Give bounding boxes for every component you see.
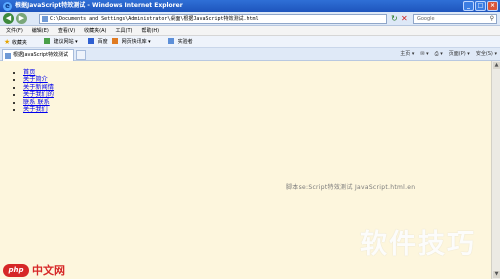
favorite-label: 网页快讯库 ▾ [121, 39, 151, 45]
menu-favorites[interactable]: 收藏夹(A) [84, 26, 106, 35]
menu-edit[interactable]: 编辑(E) [32, 26, 49, 35]
favorites-label: 收藏夹 [11, 40, 27, 46]
watermark-left: php 中文网 [3, 262, 65, 278]
suggested-sites-icon [44, 38, 50, 44]
php-logo-icon: php [3, 263, 29, 277]
mail-button[interactable]: ✉ ▾ [420, 48, 428, 61]
favorite-label: 百度 [97, 39, 108, 45]
watermark-left-text: 中文网 [32, 264, 65, 277]
menu-tools[interactable]: 工具(T) [116, 26, 133, 35]
star-icon: ★ [4, 38, 11, 46]
address-toolbar: ◀ ▶ C:\Documents and Settings\Administra… [0, 12, 500, 26]
address-bar[interactable]: C:\Documents and Settings\Administrator\… [39, 14, 387, 24]
web-slice-icon [112, 38, 118, 44]
nav-link-about-us[interactable]: 关于我们 [23, 106, 48, 113]
footer-text: 脚本se:Script特效测试 JavaScript.html.en [286, 184, 416, 191]
home-button[interactable]: 主页 ▾ [400, 48, 414, 61]
print-button[interactable]: ⎙ ▾ [435, 48, 443, 61]
favorite-label: 实验者 [177, 39, 193, 45]
baidu-icon [88, 38, 94, 44]
watermark-right: 软件技巧 [360, 229, 476, 260]
tab-page-icon [5, 53, 11, 59]
new-tab-button[interactable] [76, 50, 86, 60]
window-controls: _ □ × [463, 1, 498, 11]
favorite-web-slice[interactable]: 网页快讯库 ▾ [112, 36, 151, 48]
refresh-icon[interactable]: ↻ [391, 14, 400, 24]
favorite-suggested-sites[interactable]: 建议网站 ▾ [44, 36, 78, 48]
nav-link-news[interactable]: 关于新闻情 [23, 84, 54, 91]
nav-link-contact[interactable]: 联系 联系 [23, 99, 50, 106]
menu-help[interactable]: 帮助(H) [141, 26, 159, 35]
menu-bar: 文件(F) 编辑(E) 查看(V) 收藏夹(A) 工具(T) 帮助(H) [0, 26, 500, 36]
tab-label: 根据JavaScript特效测试 [13, 52, 69, 58]
list-item: 关于简介 [23, 76, 54, 83]
page-menu[interactable]: 页面(P) ▾ [449, 48, 470, 61]
search-input[interactable]: Google ⚲ [413, 14, 497, 24]
search-placeholder: Google [417, 16, 435, 22]
menu-file[interactable]: 文件(F) [6, 26, 23, 35]
favorite-experimenter[interactable]: 实验者 [168, 36, 193, 48]
menu-view[interactable]: 查看(V) [58, 26, 75, 35]
tab-active[interactable]: 根据JavaScript特效测试 [2, 49, 74, 61]
minimize-button[interactable]: _ [463, 1, 474, 11]
search-icon[interactable]: ⚲ [490, 15, 494, 23]
forward-button[interactable]: ▶ [16, 13, 27, 24]
safety-menu[interactable]: 安全(S) ▾ [476, 48, 497, 61]
address-text: C:\Documents and Settings\Administrator\… [50, 16, 259, 22]
nav-link-about[interactable]: 关于简介 [23, 76, 48, 83]
window-title: 根据JavaScript特效测试 - Windows Internet Expl… [15, 2, 183, 9]
favorites-bar: ★ 收藏夹 建议网站 ▾ 百度 网页快讯库 ▾ 实验者 [0, 36, 500, 48]
stop-icon[interactable]: ✕ [401, 14, 410, 24]
favorite-baidu[interactable]: 百度 [88, 36, 108, 48]
title-bar: e 根据JavaScript特效测试 - Windows Internet Ex… [0, 0, 500, 12]
tab-row: 根据JavaScript特效测试 主页 ▾ ✉ ▾ ⎙ ▾ 页面(P) ▾ 安全… [0, 48, 500, 61]
nav-link-home[interactable]: 首页 [23, 69, 35, 76]
close-button[interactable]: × [487, 1, 498, 11]
back-button[interactable]: ◀ [3, 13, 14, 24]
vertical-scrollbar[interactable]: ▲ ▼ [491, 61, 500, 279]
list-item: 联系 联系 [23, 99, 54, 106]
command-bar: 主页 ▾ ✉ ▾ ⎙ ▾ 页面(P) ▾ 安全(S) ▾ [400, 48, 497, 61]
page-icon [42, 16, 48, 22]
experimenter-icon [168, 38, 174, 44]
list-item: 关于我们的 [23, 91, 54, 98]
nav-list: 首页 关于简介 关于新闻情 关于我们的 联系 联系 关于我们 [20, 69, 54, 113]
list-item: 关于我们 [23, 106, 54, 113]
favorite-label: 建议网站 ▾ [53, 39, 78, 45]
scroll-up-icon[interactable]: ▲ [493, 62, 500, 69]
nav-link-us[interactable]: 关于我们的 [23, 91, 54, 98]
ie-logo-icon: e [3, 2, 12, 11]
maximize-button[interactable]: □ [475, 1, 486, 11]
scroll-down-icon[interactable]: ▼ [493, 271, 500, 278]
